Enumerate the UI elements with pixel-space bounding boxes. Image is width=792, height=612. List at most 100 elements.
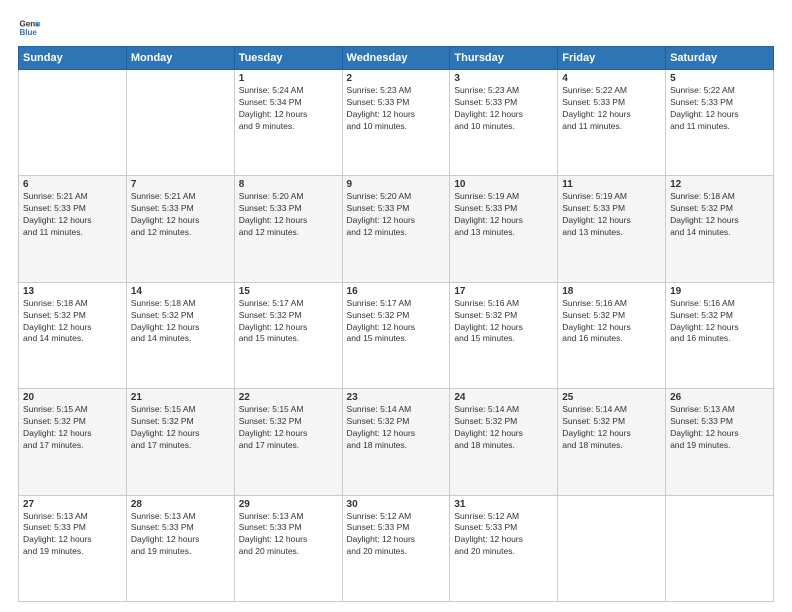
- day-info: Sunrise: 5:17 AM Sunset: 5:32 PM Dayligh…: [347, 298, 446, 346]
- logo-icon: General Blue: [18, 16, 40, 38]
- calendar-cell: 5Sunrise: 5:22 AM Sunset: 5:33 PM Daylig…: [666, 70, 774, 176]
- calendar-cell: 15Sunrise: 5:17 AM Sunset: 5:32 PM Dayli…: [234, 282, 342, 388]
- calendar-cell: 9Sunrise: 5:20 AM Sunset: 5:33 PM Daylig…: [342, 176, 450, 282]
- day-info: Sunrise: 5:12 AM Sunset: 5:33 PM Dayligh…: [454, 511, 553, 559]
- day-number: 22: [239, 392, 338, 403]
- calendar-cell: 10Sunrise: 5:19 AM Sunset: 5:33 PM Dayli…: [450, 176, 558, 282]
- calendar-cell: 29Sunrise: 5:13 AM Sunset: 5:33 PM Dayli…: [234, 495, 342, 601]
- day-number: 11: [562, 179, 661, 190]
- day-number: 15: [239, 286, 338, 297]
- day-number: 26: [670, 392, 769, 403]
- day-number: 10: [454, 179, 553, 190]
- day-info: Sunrise: 5:15 AM Sunset: 5:32 PM Dayligh…: [23, 404, 122, 452]
- day-number: 24: [454, 392, 553, 403]
- day-number: 20: [23, 392, 122, 403]
- calendar-cell: [666, 495, 774, 601]
- calendar-cell: 7Sunrise: 5:21 AM Sunset: 5:33 PM Daylig…: [126, 176, 234, 282]
- calendar-cell: 13Sunrise: 5:18 AM Sunset: 5:32 PM Dayli…: [19, 282, 127, 388]
- day-number: 16: [347, 286, 446, 297]
- calendar-cell: 12Sunrise: 5:18 AM Sunset: 5:32 PM Dayli…: [666, 176, 774, 282]
- calendar-cell: [19, 70, 127, 176]
- day-info: Sunrise: 5:13 AM Sunset: 5:33 PM Dayligh…: [23, 511, 122, 559]
- day-number: 8: [239, 179, 338, 190]
- day-number: 29: [239, 499, 338, 510]
- calendar-cell: 16Sunrise: 5:17 AM Sunset: 5:32 PM Dayli…: [342, 282, 450, 388]
- calendar-cell: 22Sunrise: 5:15 AM Sunset: 5:32 PM Dayli…: [234, 389, 342, 495]
- calendar-week-row: 1Sunrise: 5:24 AM Sunset: 5:34 PM Daylig…: [19, 70, 774, 176]
- calendar-week-row: 20Sunrise: 5:15 AM Sunset: 5:32 PM Dayli…: [19, 389, 774, 495]
- weekday-header: Sunday: [19, 47, 127, 70]
- day-info: Sunrise: 5:19 AM Sunset: 5:33 PM Dayligh…: [562, 191, 661, 239]
- calendar-cell: 31Sunrise: 5:12 AM Sunset: 5:33 PM Dayli…: [450, 495, 558, 601]
- calendar-cell: 17Sunrise: 5:16 AM Sunset: 5:32 PM Dayli…: [450, 282, 558, 388]
- calendar-cell: 23Sunrise: 5:14 AM Sunset: 5:32 PM Dayli…: [342, 389, 450, 495]
- calendar-cell: [558, 495, 666, 601]
- calendar-table: SundayMondayTuesdayWednesdayThursdayFrid…: [18, 46, 774, 602]
- calendar-cell: 20Sunrise: 5:15 AM Sunset: 5:32 PM Dayli…: [19, 389, 127, 495]
- day-number: 19: [670, 286, 769, 297]
- weekday-header: Monday: [126, 47, 234, 70]
- day-number: 23: [347, 392, 446, 403]
- day-info: Sunrise: 5:21 AM Sunset: 5:33 PM Dayligh…: [23, 191, 122, 239]
- calendar-cell: 19Sunrise: 5:16 AM Sunset: 5:32 PM Dayli…: [666, 282, 774, 388]
- day-info: Sunrise: 5:18 AM Sunset: 5:32 PM Dayligh…: [131, 298, 230, 346]
- calendar-cell: 2Sunrise: 5:23 AM Sunset: 5:33 PM Daylig…: [342, 70, 450, 176]
- day-info: Sunrise: 5:14 AM Sunset: 5:32 PM Dayligh…: [347, 404, 446, 452]
- calendar-cell: [126, 70, 234, 176]
- calendar-cell: 6Sunrise: 5:21 AM Sunset: 5:33 PM Daylig…: [19, 176, 127, 282]
- day-number: 21: [131, 392, 230, 403]
- day-number: 14: [131, 286, 230, 297]
- day-number: 3: [454, 73, 553, 84]
- day-info: Sunrise: 5:24 AM Sunset: 5:34 PM Dayligh…: [239, 85, 338, 133]
- calendar-cell: 21Sunrise: 5:15 AM Sunset: 5:32 PM Dayli…: [126, 389, 234, 495]
- calendar-cell: 11Sunrise: 5:19 AM Sunset: 5:33 PM Dayli…: [558, 176, 666, 282]
- day-info: Sunrise: 5:16 AM Sunset: 5:32 PM Dayligh…: [562, 298, 661, 346]
- day-info: Sunrise: 5:14 AM Sunset: 5:32 PM Dayligh…: [562, 404, 661, 452]
- day-info: Sunrise: 5:14 AM Sunset: 5:32 PM Dayligh…: [454, 404, 553, 452]
- day-info: Sunrise: 5:20 AM Sunset: 5:33 PM Dayligh…: [239, 191, 338, 239]
- day-number: 13: [23, 286, 122, 297]
- day-number: 5: [670, 73, 769, 84]
- calendar-week-row: 27Sunrise: 5:13 AM Sunset: 5:33 PM Dayli…: [19, 495, 774, 601]
- logo: General Blue: [18, 16, 44, 38]
- day-info: Sunrise: 5:17 AM Sunset: 5:32 PM Dayligh…: [239, 298, 338, 346]
- day-number: 12: [670, 179, 769, 190]
- weekday-header: Friday: [558, 47, 666, 70]
- day-info: Sunrise: 5:16 AM Sunset: 5:32 PM Dayligh…: [454, 298, 553, 346]
- calendar-week-row: 6Sunrise: 5:21 AM Sunset: 5:33 PM Daylig…: [19, 176, 774, 282]
- calendar-cell: 28Sunrise: 5:13 AM Sunset: 5:33 PM Dayli…: [126, 495, 234, 601]
- calendar-cell: 3Sunrise: 5:23 AM Sunset: 5:33 PM Daylig…: [450, 70, 558, 176]
- header: General Blue: [18, 16, 774, 38]
- day-number: 18: [562, 286, 661, 297]
- day-info: Sunrise: 5:22 AM Sunset: 5:33 PM Dayligh…: [562, 85, 661, 133]
- calendar-header-row: SundayMondayTuesdayWednesdayThursdayFrid…: [19, 47, 774, 70]
- day-info: Sunrise: 5:13 AM Sunset: 5:33 PM Dayligh…: [239, 511, 338, 559]
- day-info: Sunrise: 5:16 AM Sunset: 5:32 PM Dayligh…: [670, 298, 769, 346]
- day-info: Sunrise: 5:13 AM Sunset: 5:33 PM Dayligh…: [670, 404, 769, 452]
- day-info: Sunrise: 5:13 AM Sunset: 5:33 PM Dayligh…: [131, 511, 230, 559]
- day-number: 30: [347, 499, 446, 510]
- calendar-cell: 18Sunrise: 5:16 AM Sunset: 5:32 PM Dayli…: [558, 282, 666, 388]
- day-number: 7: [131, 179, 230, 190]
- day-number: 17: [454, 286, 553, 297]
- weekday-header: Tuesday: [234, 47, 342, 70]
- day-info: Sunrise: 5:23 AM Sunset: 5:33 PM Dayligh…: [454, 85, 553, 133]
- page: General Blue SundayMondayTuesdayWednesda…: [0, 0, 792, 612]
- day-info: Sunrise: 5:19 AM Sunset: 5:33 PM Dayligh…: [454, 191, 553, 239]
- day-number: 4: [562, 73, 661, 84]
- weekday-header: Thursday: [450, 47, 558, 70]
- calendar-week-row: 13Sunrise: 5:18 AM Sunset: 5:32 PM Dayli…: [19, 282, 774, 388]
- calendar-cell: 25Sunrise: 5:14 AM Sunset: 5:32 PM Dayli…: [558, 389, 666, 495]
- weekday-header: Wednesday: [342, 47, 450, 70]
- day-number: 28: [131, 499, 230, 510]
- day-info: Sunrise: 5:18 AM Sunset: 5:32 PM Dayligh…: [23, 298, 122, 346]
- day-info: Sunrise: 5:15 AM Sunset: 5:32 PM Dayligh…: [131, 404, 230, 452]
- day-number: 6: [23, 179, 122, 190]
- day-number: 2: [347, 73, 446, 84]
- day-info: Sunrise: 5:21 AM Sunset: 5:33 PM Dayligh…: [131, 191, 230, 239]
- day-info: Sunrise: 5:18 AM Sunset: 5:32 PM Dayligh…: [670, 191, 769, 239]
- day-number: 25: [562, 392, 661, 403]
- day-number: 1: [239, 73, 338, 84]
- calendar-cell: 26Sunrise: 5:13 AM Sunset: 5:33 PM Dayli…: [666, 389, 774, 495]
- calendar-cell: 24Sunrise: 5:14 AM Sunset: 5:32 PM Dayli…: [450, 389, 558, 495]
